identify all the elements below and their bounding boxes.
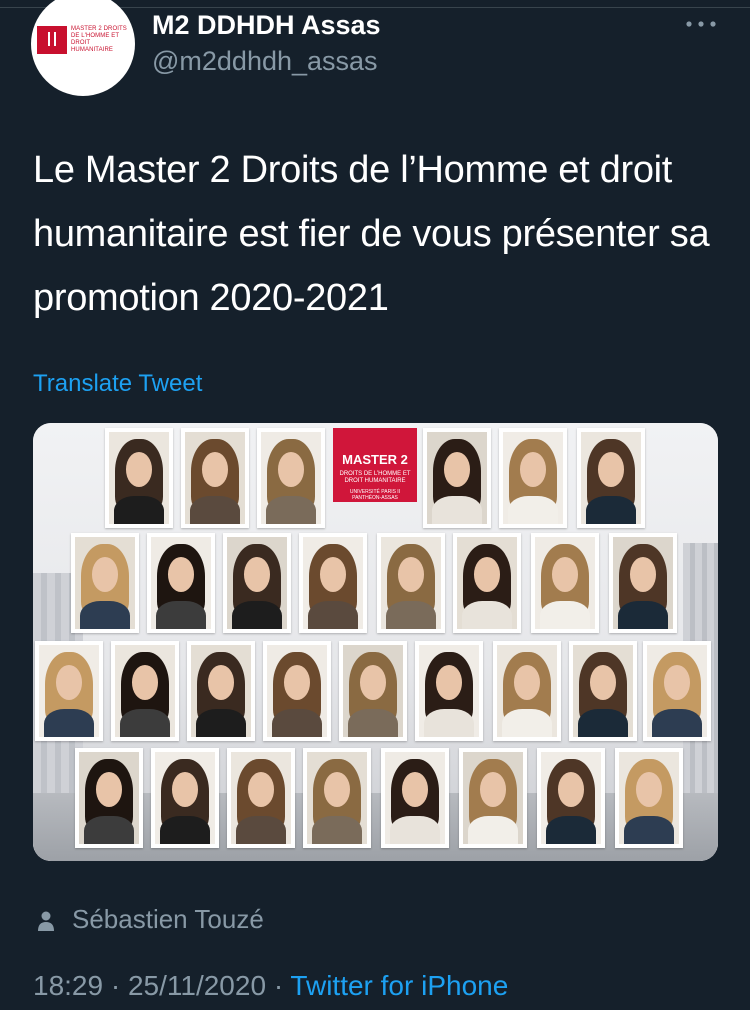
portrait-photo <box>459 748 527 848</box>
tweet-date[interactable]: 25/11/2020 <box>128 970 266 1001</box>
portrait-photo <box>257 428 325 528</box>
more-horizontal-icon[interactable] <box>684 14 718 34</box>
portrait-photo <box>423 428 491 528</box>
portrait-photo <box>609 533 677 633</box>
avatar[interactable]: MASTER 2 DROITS DE L'HOMME ET DROIT HUMA… <box>31 0 135 96</box>
portrait-photo <box>151 748 219 848</box>
portrait-photo <box>105 428 173 528</box>
portrait-photo <box>377 533 445 633</box>
portrait-photo <box>453 533 521 633</box>
portrait-photo <box>227 748 295 848</box>
master-title-card: MASTER 2 DROITS DE L’HOMME ET DROIT HUMA… <box>333 428 417 502</box>
tweet-media-image[interactable]: MASTER 2 DROITS DE L’HOMME ET DROIT HUMA… <box>33 423 718 861</box>
translate-tweet-link[interactable]: Translate Tweet <box>33 370 202 398</box>
portrait-photo <box>263 641 331 741</box>
tweet-source-link[interactable]: Twitter for iPhone <box>290 970 508 1001</box>
tweet-header: MASTER 2 DROITS DE L'HOMME ET DROIT HUMA… <box>0 0 750 110</box>
avatar-logo-text: MASTER 2 DROITS DE L'HOMME ET DROIT HUMA… <box>71 26 127 53</box>
user-handle[interactable]: @m2ddhdh_assas <box>152 46 378 77</box>
portrait-photo <box>493 641 561 741</box>
portrait-photo <box>299 533 367 633</box>
portrait-photo <box>147 533 215 633</box>
portrait-photo <box>569 641 637 741</box>
portrait-photo <box>415 641 483 741</box>
card-university: UNIVERSITÉ PARIS II PANTHÉON-ASSAS <box>349 489 401 501</box>
portrait-photo <box>71 533 139 633</box>
meta-separator: · <box>273 970 284 1001</box>
portrait-photo <box>111 641 179 741</box>
portrait-photo <box>223 533 291 633</box>
card-title: MASTER 2 <box>342 452 408 467</box>
portrait-photo <box>499 428 567 528</box>
portrait-photo <box>187 641 255 741</box>
card-subtitle: DROITS DE L’HOMME ET DROIT HUMANITAIRE <box>339 471 411 484</box>
portrait-photo <box>537 748 605 848</box>
portrait-photo <box>615 748 683 848</box>
portrait-photo <box>75 748 143 848</box>
university-logo-icon <box>37 26 67 54</box>
tweet-text: Le Master 2 Droits de l’Homme et droit h… <box>33 149 710 319</box>
meta-separator: · <box>110 970 121 1001</box>
portrait-photo <box>35 641 103 741</box>
portrait-photo <box>531 533 599 633</box>
tweet-metadata: 18:29 · 25/11/2020 · Twitter for iPhone <box>33 970 508 1002</box>
portrait-photo <box>381 748 449 848</box>
portrait-photo <box>339 641 407 741</box>
tweet-time[interactable]: 18:29 <box>33 970 103 1001</box>
display-name[interactable]: M2 DDHDH Assas <box>152 10 381 41</box>
portrait-photo <box>643 641 711 741</box>
person-icon <box>38 911 54 931</box>
portrait-photo <box>181 428 249 528</box>
photo-credit-name: Sébastien Touzé <box>72 904 264 934</box>
portrait-photo <box>303 748 371 848</box>
portrait-photo <box>577 428 645 528</box>
